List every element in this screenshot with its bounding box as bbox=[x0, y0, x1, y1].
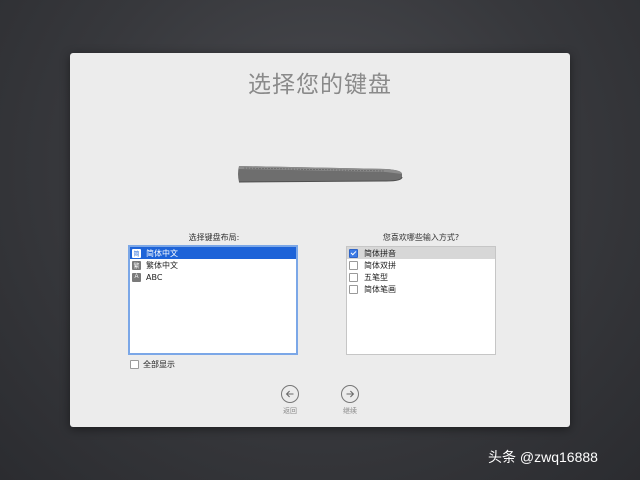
list-item[interactable]: 简 简体中文 bbox=[130, 247, 296, 259]
continue-label: 继续 bbox=[343, 407, 357, 415]
keyboard-illustration bbox=[236, 161, 404, 189]
keyboard-layout-icon: A bbox=[132, 272, 141, 282]
show-all-label: 全部显示 bbox=[143, 360, 175, 369]
list-item[interactable]: 繁 繁体中文 bbox=[130, 259, 296, 271]
input-methods-label: 您喜欢哪些输入方式? bbox=[382, 233, 460, 242]
arrow-left-circle-icon bbox=[281, 385, 299, 403]
list-item[interactable]: A ABC bbox=[130, 271, 296, 283]
page-title: 选择您的键盘 bbox=[248, 72, 392, 98]
show-all-checkbox[interactable] bbox=[130, 360, 139, 369]
keyboard-layout-icon: 繁 bbox=[132, 260, 141, 270]
list-item-label: 简体双拼 bbox=[364, 260, 396, 270]
back-button[interactable]: 返回 bbox=[275, 385, 305, 416]
checkbox[interactable] bbox=[349, 284, 358, 294]
list-item[interactable]: 五笔型 bbox=[347, 271, 495, 283]
list-item-label: 简体笔画 bbox=[364, 284, 396, 294]
list-item-label: 五笔型 bbox=[364, 272, 388, 282]
list-item-label: ABC bbox=[146, 272, 163, 282]
list-item-label: 繁体中文 bbox=[146, 260, 178, 270]
list-item[interactable]: 简体双拼 bbox=[347, 259, 495, 271]
keyboard-setup-window: 选择您的键盘 选择键盘布局: 简 简体中文 繁 繁体中文 A ABC 您喜欢哪些… bbox=[70, 53, 570, 427]
checkbox[interactable] bbox=[349, 272, 358, 282]
layout-list[interactable]: 简 简体中文 繁 繁体中文 A ABC bbox=[128, 245, 298, 355]
checkbox[interactable] bbox=[349, 260, 358, 270]
layout-label: 选择键盘布局: bbox=[188, 233, 240, 242]
arrow-right-circle-icon bbox=[341, 385, 359, 403]
input-methods-list[interactable]: 简体拼音 简体双拼 五笔型 简体笔画 bbox=[346, 246, 496, 355]
list-item-label: 简体中文 bbox=[146, 248, 178, 258]
list-item[interactable]: 简体笔画 bbox=[347, 283, 495, 295]
list-item-label: 简体拼音 bbox=[364, 248, 396, 258]
back-label: 返回 bbox=[283, 407, 297, 415]
list-item[interactable]: 简体拼音 bbox=[347, 247, 495, 259]
checkbox[interactable] bbox=[349, 248, 358, 258]
show-all-toggle[interactable]: 全部显示 bbox=[130, 359, 175, 370]
continue-button[interactable]: 继续 bbox=[335, 385, 365, 416]
keyboard-layout-icon: 简 bbox=[132, 248, 141, 258]
watermark-text: 头条 @zwq16888 bbox=[488, 449, 598, 465]
